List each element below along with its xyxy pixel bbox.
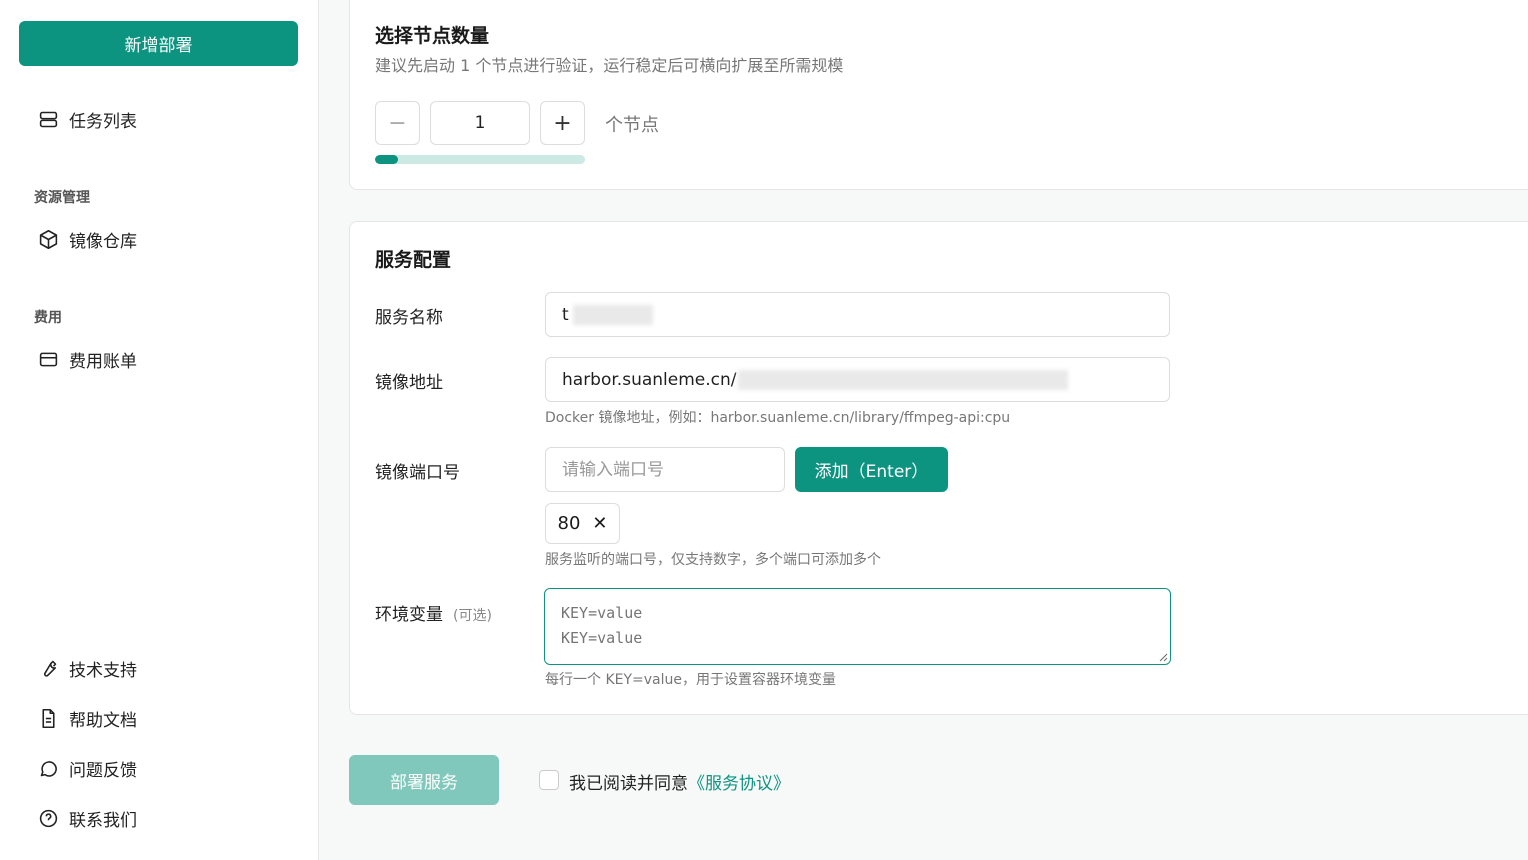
sidebar: 新增部署 任务列表 资源管理 镜像仓库 费用 费用账单 技术支持 帮助文档 问题… bbox=[0, 0, 319, 860]
package-icon bbox=[39, 229, 58, 249]
wrench-icon bbox=[44, 660, 57, 677]
sidebar-item-contact[interactable]: 联系我们 bbox=[38, 806, 137, 831]
redacted-blur bbox=[572, 304, 653, 325]
sidebar-item-help-docs[interactable]: 帮助文档 bbox=[38, 706, 137, 731]
node-unit-label: 个节点 bbox=[605, 115, 659, 136]
sidebar-item-label: 技术支持 bbox=[69, 660, 137, 681]
service-name-value: t bbox=[562, 304, 569, 325]
node-count-title: 选择节点数量 bbox=[375, 25, 490, 47]
env-label: 环境变量 (可选) bbox=[375, 600, 492, 625]
sidebar-item-label: 镜像仓库 bbox=[69, 231, 137, 252]
node-count-subtitle: 建议先启动 1 个节点进行验证，运行稳定后可横向扩展至所需规模 bbox=[375, 56, 844, 75]
sidebar-group-resources: 资源管理 bbox=[34, 190, 90, 206]
image-address-label: 镜像地址 bbox=[375, 373, 443, 393]
redacted-blur bbox=[738, 369, 1069, 390]
sidebar-item-label: 问题反馈 bbox=[69, 760, 137, 781]
service-name-label: 服务名称 bbox=[375, 308, 443, 328]
port-tag: 80 ✕ bbox=[545, 503, 620, 544]
sidebar-group-billing: 费用 bbox=[34, 310, 62, 326]
port-hint: 服务监听的端口号，仅支持数字，多个端口可添加多个 bbox=[545, 552, 881, 568]
agreement-label: 我已阅读并同意 bbox=[569, 774, 688, 794]
service-agreement-link[interactable]: 《服务协议》 bbox=[688, 774, 790, 794]
deploy-service-button[interactable]: 部署服务 bbox=[349, 755, 499, 805]
sidebar-item-image-repo[interactable]: 镜像仓库 bbox=[38, 227, 137, 252]
close-icon[interactable]: ✕ bbox=[592, 513, 607, 534]
agree-checkbox[interactable] bbox=[539, 770, 559, 790]
image-address-hint: Docker 镜像地址，例如：harbor.suanleme.cn/librar… bbox=[545, 410, 1011, 426]
sidebar-item-label: 任务列表 bbox=[69, 111, 137, 132]
env-label-text: 环境变量 bbox=[375, 605, 443, 625]
chat-bubble-icon bbox=[40, 760, 57, 777]
agreement-text: 我已阅读并同意《服务协议》 bbox=[569, 769, 790, 794]
sidebar-item-label: 帮助文档 bbox=[69, 710, 137, 731]
sidebar-item-tech-support[interactable]: 技术支持 bbox=[38, 656, 137, 681]
node-progress-bar bbox=[375, 155, 585, 164]
increment-button[interactable]: + bbox=[540, 101, 585, 145]
add-port-button[interactable]: 添加（Enter） bbox=[795, 447, 948, 492]
port-input[interactable] bbox=[545, 447, 785, 492]
image-address-value: harbor.suanleme.cn/ bbox=[562, 369, 737, 390]
sidebar-item-label: 费用账单 bbox=[69, 351, 137, 372]
env-hint: 每行一个 KEY=value，用于设置容器环境变量 bbox=[545, 672, 836, 688]
node-progress-fill bbox=[375, 155, 399, 164]
resize-handle-icon[interactable] bbox=[1158, 652, 1168, 662]
document-icon bbox=[42, 708, 55, 728]
port-tag-value: 80 bbox=[557, 513, 581, 534]
sidebar-item-feedback[interactable]: 问题反馈 bbox=[38, 756, 137, 781]
image-address-field[interactable]: harbor.suanleme.cn/ bbox=[545, 357, 1170, 402]
sidebar-item-billing[interactable]: 费用账单 bbox=[38, 347, 137, 372]
service-name-field[interactable]: t bbox=[545, 292, 1170, 337]
node-count-input[interactable] bbox=[430, 101, 530, 145]
port-label: 镜像端口号 bbox=[375, 463, 460, 483]
sidebar-item-label: 联系我们 bbox=[69, 810, 137, 831]
env-optional-label: (可选) bbox=[453, 608, 492, 624]
new-deployment-button[interactable]: 新增部署 bbox=[19, 21, 298, 66]
env-vars-textarea[interactable] bbox=[544, 588, 1171, 665]
decrement-button[interactable]: − bbox=[375, 101, 420, 145]
sidebar-item-task-list[interactable]: 任务列表 bbox=[38, 107, 137, 132]
service-config-title: 服务配置 bbox=[375, 249, 452, 271]
credit-card-icon bbox=[39, 352, 58, 366]
help-circle-icon bbox=[39, 809, 58, 827]
server-icon bbox=[39, 111, 58, 127]
